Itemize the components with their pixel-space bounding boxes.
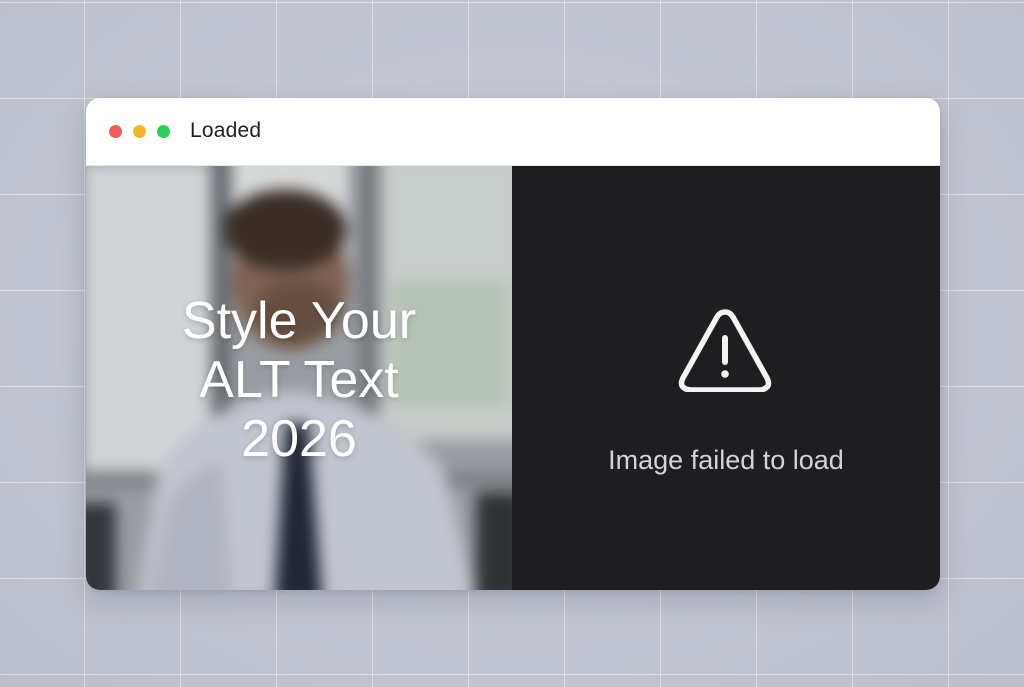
alt-text-line: ALT Text [199,351,399,409]
window-title: Loaded [190,119,262,142]
alt-text-line: Style Your [181,292,417,350]
failed-image-pane: Image failed to load [512,166,940,590]
minimize-window-button[interactable] [133,125,146,138]
image-comparison: Style Your ALT Text 2026 Image failed to… [86,166,940,590]
alt-text-line: 2026 [241,410,357,468]
warning-icon [678,309,772,392]
close-window-button[interactable] [109,125,122,138]
loaded-image-pane: Style Your ALT Text 2026 [86,166,512,590]
error-message: Image failed to load [608,445,844,475]
title-bar: Loaded [86,98,940,166]
maximize-window-button[interactable] [157,125,170,138]
browser-window: Loaded Style Your ALT Text 2026 Image fa… [86,98,940,590]
alt-text-overlay: Style Your ALT Text 2026 [86,292,512,469]
